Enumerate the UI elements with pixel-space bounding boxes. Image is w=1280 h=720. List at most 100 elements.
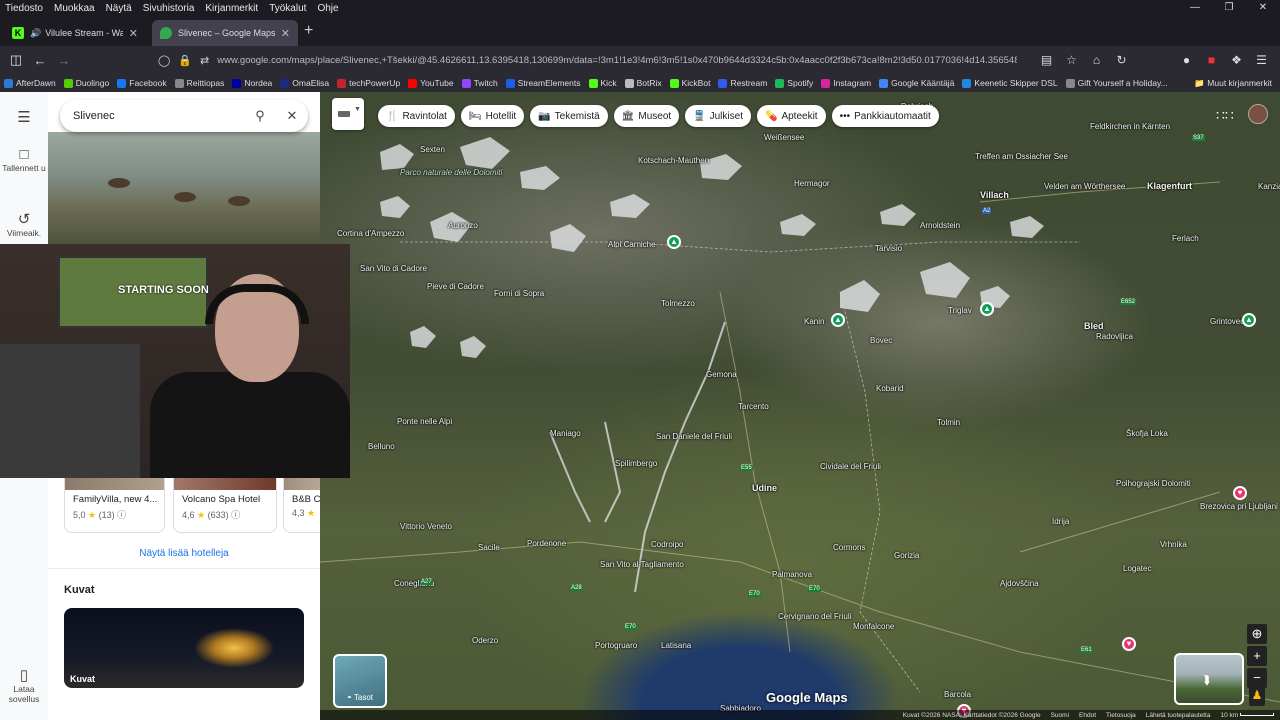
- map-place-label[interactable]: Maniago: [550, 429, 581, 438]
- back-icon[interactable]: ←: [28, 53, 52, 68]
- map-place-label[interactable]: Pordenone: [527, 539, 566, 548]
- map-place-label[interactable]: Bled: [1084, 321, 1104, 331]
- mountain-pin-triglav[interactable]: ▲: [980, 302, 994, 316]
- chip-museot[interactable]: 🏛 Museot: [613, 105, 680, 127]
- map-place-label[interactable]: Ferlach: [1172, 234, 1199, 243]
- map-place-label[interactable]: Kanin: [804, 317, 824, 326]
- new-tab-icon[interactable]: +: [304, 22, 313, 40]
- bookmark-18[interactable]: Gift Yourself a Holiday...: [1065, 78, 1168, 88]
- bookmark-star-icon[interactable]: ☆: [1059, 53, 1084, 67]
- map-place-label[interactable]: Cortina d'Ampezzo: [337, 229, 404, 238]
- bookmark-6[interactable]: techPowerUp: [337, 78, 400, 88]
- bookmark-12[interactable]: KickBot: [669, 78, 710, 88]
- map-place-label[interactable]: Gemona: [706, 370, 737, 379]
- info-icon[interactable]: ⓘ: [231, 510, 240, 520]
- close-window-icon[interactable]: ✕: [1246, 0, 1280, 16]
- map-place-label[interactable]: Radovljica: [1096, 332, 1133, 341]
- map-place-label[interactable]: Forni di Sopra: [494, 289, 544, 298]
- map-place-label[interactable]: Sexten: [420, 145, 445, 154]
- map-place-label[interactable]: Ajdovščina: [1000, 579, 1039, 588]
- map-place-label[interactable]: Tolmezzo: [661, 299, 695, 308]
- map-place-label[interactable]: Vittorio Veneto: [400, 522, 452, 531]
- menu-help[interactable]: Ohje: [312, 3, 344, 14]
- speaker-icon[interactable]: 🔊: [30, 28, 41, 39]
- feedback-link[interactable]: Lähetä tuotepalautetta: [1146, 712, 1211, 719]
- map-place-label[interactable]: Weißensee: [764, 133, 804, 142]
- url-text[interactable]: www.google.com/maps/place/Slivenec,+Tšek…: [217, 55, 1017, 66]
- mountain-pin-alpi-carniche[interactable]: ▲: [667, 235, 681, 249]
- map-place-label[interactable]: Tarcento: [738, 402, 769, 411]
- close-tab-icon[interactable]: ✕: [129, 27, 138, 40]
- bookmark-1[interactable]: Duolingo: [63, 78, 109, 88]
- minimize-icon[interactable]: —: [1178, 0, 1212, 16]
- chip-pankkiautomaatit[interactable]: ••• Pankkiautomaatit: [831, 105, 939, 127]
- my-location-icon[interactable]: ⊕: [1247, 624, 1267, 644]
- menu-view[interactable]: Näytä: [101, 3, 138, 14]
- bookmark-10[interactable]: Kick: [588, 78, 617, 88]
- reader-view-icon[interactable]: ▤: [1034, 53, 1059, 67]
- map-place-label[interactable]: Grintovec: [1210, 317, 1244, 326]
- close-icon[interactable]: ✕: [276, 108, 308, 124]
- bookmark-17[interactable]: Keenetic Skipper DSL: [962, 78, 1058, 88]
- avatar[interactable]: [1248, 104, 1268, 124]
- other-bookmarks[interactable]: 📁 Muut kirjanmerkit: [1188, 74, 1272, 92]
- map-place-label[interactable]: Idrija: [1052, 517, 1069, 526]
- search-input[interactable]: Slivenec: [73, 110, 244, 122]
- google-apps-icon[interactable]: ∷∷: [1216, 107, 1234, 124]
- show-more-hotels-link[interactable]: Näytä lisää hotelleja: [48, 548, 320, 559]
- chip-ravintolat[interactable]: 🍴 Ravintolat: [378, 105, 455, 127]
- map-place-label[interactable]: Tolmin: [937, 418, 960, 427]
- download-app-button[interactable]: ▯ Lataa sovellus: [0, 666, 48, 704]
- menu-bookmarks[interactable]: Kirjanmerkit: [200, 3, 264, 14]
- bookmark-0[interactable]: AfterDawn: [4, 78, 56, 88]
- zoom-in-button[interactable]: +: [1247, 646, 1267, 666]
- menu-file[interactable]: Tiedosto: [0, 3, 49, 14]
- home-icon[interactable]: ⌂: [1084, 53, 1109, 67]
- lock-icon[interactable]: 🔒: [178, 54, 192, 67]
- map-place-label[interactable]: Cividale del Friuli: [820, 462, 881, 471]
- map-place-label[interactable]: Brezovica pri Ljubljani: [1200, 502, 1278, 511]
- map-place-label[interactable]: Kanzian Klopeiner See: [1258, 182, 1280, 191]
- map-place-label[interactable]: Vrhnika: [1160, 540, 1187, 549]
- map-place-label[interactable]: Velden am Wörthersee: [1044, 182, 1125, 191]
- map-place-label[interactable]: Auronzo: [448, 221, 478, 230]
- place-photo[interactable]: [48, 132, 320, 244]
- map-place-label[interactable]: Kotschach-Mauthen: [638, 156, 709, 165]
- image-card[interactable]: Kuvat: [64, 608, 304, 688]
- map-place-label[interactable]: San Vito al Tagliamento: [600, 560, 684, 569]
- chip-julkiset[interactable]: 🚆 Julkiset: [685, 105, 751, 127]
- info-icon[interactable]: ⓘ: [117, 510, 126, 520]
- map-place-label[interactable]: Cormons: [833, 543, 865, 552]
- chip-apteekit[interactable]: 💊 Apteekit: [756, 105, 826, 127]
- bookmark-2[interactable]: Facebook: [117, 78, 167, 88]
- map-place-label[interactable]: Gorizia: [894, 551, 919, 560]
- map-place-label[interactable]: Logatec: [1123, 564, 1151, 573]
- search-icon[interactable]: ⚲: [244, 108, 276, 124]
- bookmark-5[interactable]: OmaElisa: [280, 78, 329, 88]
- bookmark-9[interactable]: StreamElements: [505, 78, 581, 88]
- saved-button[interactable]: □ Tallennett u: [0, 146, 48, 173]
- bookmark-14[interactable]: Spotify: [775, 78, 813, 88]
- permissions-icon[interactable]: ⇄: [200, 54, 209, 67]
- map-place-label[interactable]: Barcola: [944, 690, 971, 699]
- map-place-label[interactable]: Oderzo: [472, 636, 498, 645]
- restore-icon[interactable]: ❐: [1212, 0, 1246, 16]
- bookmark-16[interactable]: Google Kääntäjä: [879, 78, 954, 88]
- map-place-label[interactable]: Alpi Carniche: [608, 240, 656, 249]
- map-place-label[interactable]: Pieve di Cadore: [427, 282, 484, 291]
- reload-icon[interactable]: ↻: [1109, 53, 1134, 67]
- scale-bar[interactable]: 10 km: [1220, 712, 1274, 719]
- map-place-label[interactable]: Treffen am Ossiacher See: [975, 152, 1068, 161]
- street-view-preview[interactable]: ⮯: [1174, 653, 1244, 705]
- language-link[interactable]: Suomi: [1051, 712, 1069, 719]
- layers-button[interactable]: ◓ Tasot: [333, 654, 387, 708]
- satellite-map[interactable]: Sexten Kotschach-Mauthen Weißensee Hermagor…: [320, 92, 1280, 720]
- map-place-label[interactable]: Palmanova: [772, 570, 812, 579]
- recent-button[interactable]: ↺ Viimeaik.: [0, 210, 48, 238]
- menu-history[interactable]: Sivuhistoria: [138, 3, 201, 14]
- forward-icon[interactable]: →: [52, 53, 76, 68]
- pegman-icon[interactable]: ♟: [1249, 684, 1265, 706]
- map-place-label[interactable]: Belluno: [368, 442, 395, 451]
- map-place-label[interactable]: Hermagor: [794, 179, 830, 188]
- map-place-label[interactable]: Spilimbergo: [615, 459, 657, 468]
